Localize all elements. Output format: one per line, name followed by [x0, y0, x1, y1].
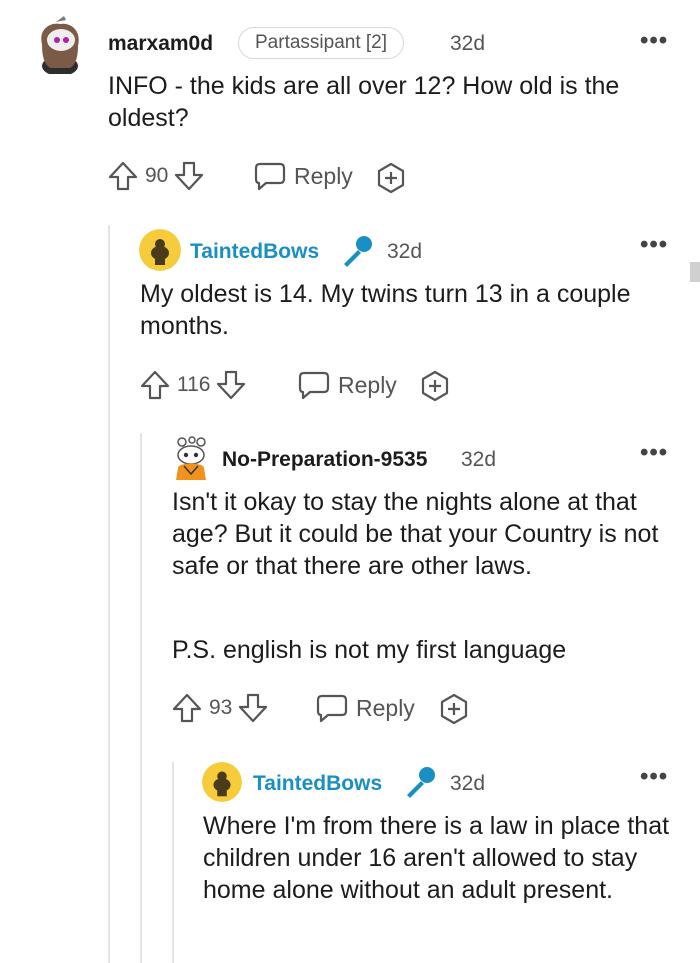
- reply-bubble-icon: [298, 371, 330, 400]
- comment-username[interactable]: TaintedBows: [253, 772, 382, 796]
- reply-button[interactable]: Reply: [298, 370, 397, 400]
- upvote-icon[interactable]: [140, 369, 170, 401]
- comment-time[interactable]: 32d: [461, 448, 496, 472]
- comment-body: Where I'm from there is a law in place t…: [203, 812, 670, 904]
- comment-time[interactable]: 32d: [450, 772, 485, 796]
- comment-username[interactable]: No-Preparation-9535: [222, 448, 427, 472]
- microphone-icon: [340, 234, 374, 273]
- award-icon[interactable]: [438, 693, 470, 730]
- snoo-avatar-yellow: [202, 762, 242, 802]
- snoo-avatar-orange: [176, 436, 206, 480]
- thread-line[interactable]: [108, 225, 110, 963]
- comment-username[interactable]: marxam0d: [108, 32, 213, 56]
- comment-body: Isn't it okay to stay the nights alone a…: [172, 488, 659, 580]
- comment-time[interactable]: 32d: [450, 32, 485, 56]
- avatar[interactable]: [139, 229, 181, 271]
- thread-line[interactable]: [140, 433, 142, 963]
- scrollbar[interactable]: [690, 262, 700, 282]
- comment-time[interactable]: 32d: [387, 240, 422, 264]
- thread-line[interactable]: [172, 762, 174, 963]
- vote-bar: 116: [140, 369, 246, 401]
- upvote-icon[interactable]: [172, 692, 202, 724]
- more-options-icon[interactable]: •••: [640, 29, 668, 53]
- vote-score: 116: [177, 373, 211, 396]
- comment-username[interactable]: TaintedBows: [190, 240, 319, 264]
- reply-label: Reply: [294, 162, 353, 189]
- reply-label: Reply: [338, 371, 397, 398]
- upvote-icon[interactable]: [108, 160, 138, 192]
- comment-body: INFO - the kids are all over 12? How old…: [108, 72, 620, 132]
- reply-bubble-icon: [254, 162, 286, 191]
- reply-button[interactable]: Reply: [316, 693, 415, 723]
- vote-score: 93: [209, 696, 233, 719]
- downvote-icon[interactable]: [174, 160, 204, 192]
- award-icon[interactable]: [419, 370, 451, 407]
- more-options-icon[interactable]: •••: [640, 441, 668, 465]
- more-options-icon[interactable]: •••: [640, 765, 668, 789]
- reply-label: Reply: [356, 694, 415, 721]
- snoo-avatar-purple-hair: [41, 16, 79, 74]
- comment-body: My oldest is 14. My twins turn 13 in a c…: [140, 280, 631, 340]
- vote-bar: 90: [108, 160, 204, 192]
- reply-button[interactable]: Reply: [254, 161, 353, 191]
- avatar[interactable]: [202, 762, 242, 802]
- reply-bubble-icon: [316, 694, 348, 723]
- avatar[interactable]: [36, 14, 84, 74]
- vote-bar: 93: [172, 692, 268, 724]
- snoo-avatar-yellow: [139, 229, 181, 271]
- microphone-icon: [403, 765, 437, 804]
- vote-score: 90: [145, 164, 169, 187]
- award-icon[interactable]: [375, 162, 407, 199]
- user-flair: Partassipant [2]: [238, 27, 405, 59]
- downvote-icon[interactable]: [238, 692, 268, 724]
- avatar[interactable]: [170, 436, 212, 480]
- downvote-icon[interactable]: [216, 369, 246, 401]
- comment-body: P.S. english is not my first language: [172, 636, 567, 664]
- more-options-icon[interactable]: •••: [640, 233, 668, 257]
